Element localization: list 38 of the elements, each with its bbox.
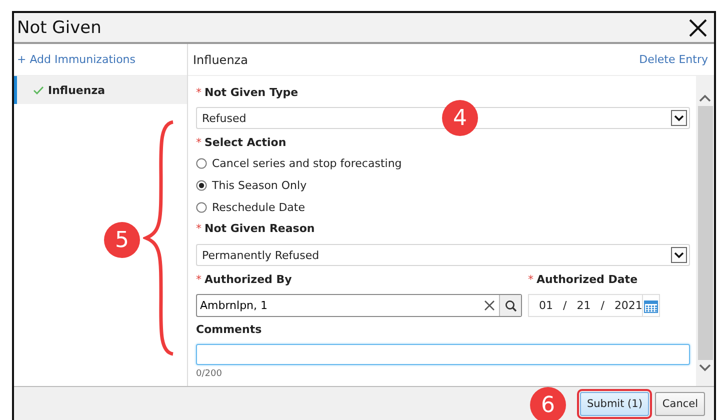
field-label: * Select Action <box>196 136 286 149</box>
radio-option[interactable]: Cancel series and stop forecasting <box>196 152 402 174</box>
radio-option[interactable]: Reschedule Date <box>196 196 306 218</box>
date-field[interactable]: 01 / 21 / 2021 <box>528 294 660 317</box>
character-counter: 0/200 <box>196 369 223 379</box>
add-immunizations-link[interactable]: + Add Immunizations <box>17 53 136 66</box>
lookup-field[interactable]: Ambrnlpn, 1 <box>196 294 522 317</box>
search-icon <box>504 300 516 312</box>
radio-option[interactable]: This Season Only <box>196 174 307 196</box>
scrollbar[interactable] <box>696 76 714 386</box>
calendar-icon[interactable] <box>644 298 658 312</box>
close-icon[interactable] <box>688 18 708 38</box>
date-part: 2021 <box>613 299 642 312</box>
search-button[interactable] <box>499 295 521 316</box>
date-part: 01 <box>538 299 553 312</box>
close-icon <box>484 300 495 311</box>
field-label: Comments <box>196 323 262 336</box>
field-label: * Authorized Date <box>528 273 638 286</box>
caret-icon <box>674 252 684 258</box>
comments-field[interactable] <box>196 344 690 365</box>
radio-icon[interactable] <box>196 158 207 168</box>
scroll-up-icon[interactable] <box>699 94 711 102</box>
delete-entry-link[interactable]: Delete Entry <box>639 53 708 66</box>
window-title: Not Given <box>17 18 102 38</box>
sidebar-item[interactable]: Influenza <box>14 76 187 104</box>
cancel-button[interactable]: Cancel <box>655 392 705 416</box>
entry-title: Influenza <box>193 52 248 66</box>
radio-icon[interactable] <box>196 202 207 212</box>
field-label: * Not Given Reason <box>196 222 315 235</box>
date-part: 21 <box>576 299 591 312</box>
scroll-down-icon[interactable] <box>699 364 711 372</box>
radio-icon[interactable] <box>196 180 207 190</box>
field-label: * Not Given Type <box>196 86 298 99</box>
date-separator: / <box>562 299 567 312</box>
field-label: * Authorized By <box>196 273 292 286</box>
date-separator: / <box>600 299 604 312</box>
dropdown-field[interactable]: Permanently Refused <box>196 244 690 266</box>
caret-icon <box>674 114 684 122</box>
